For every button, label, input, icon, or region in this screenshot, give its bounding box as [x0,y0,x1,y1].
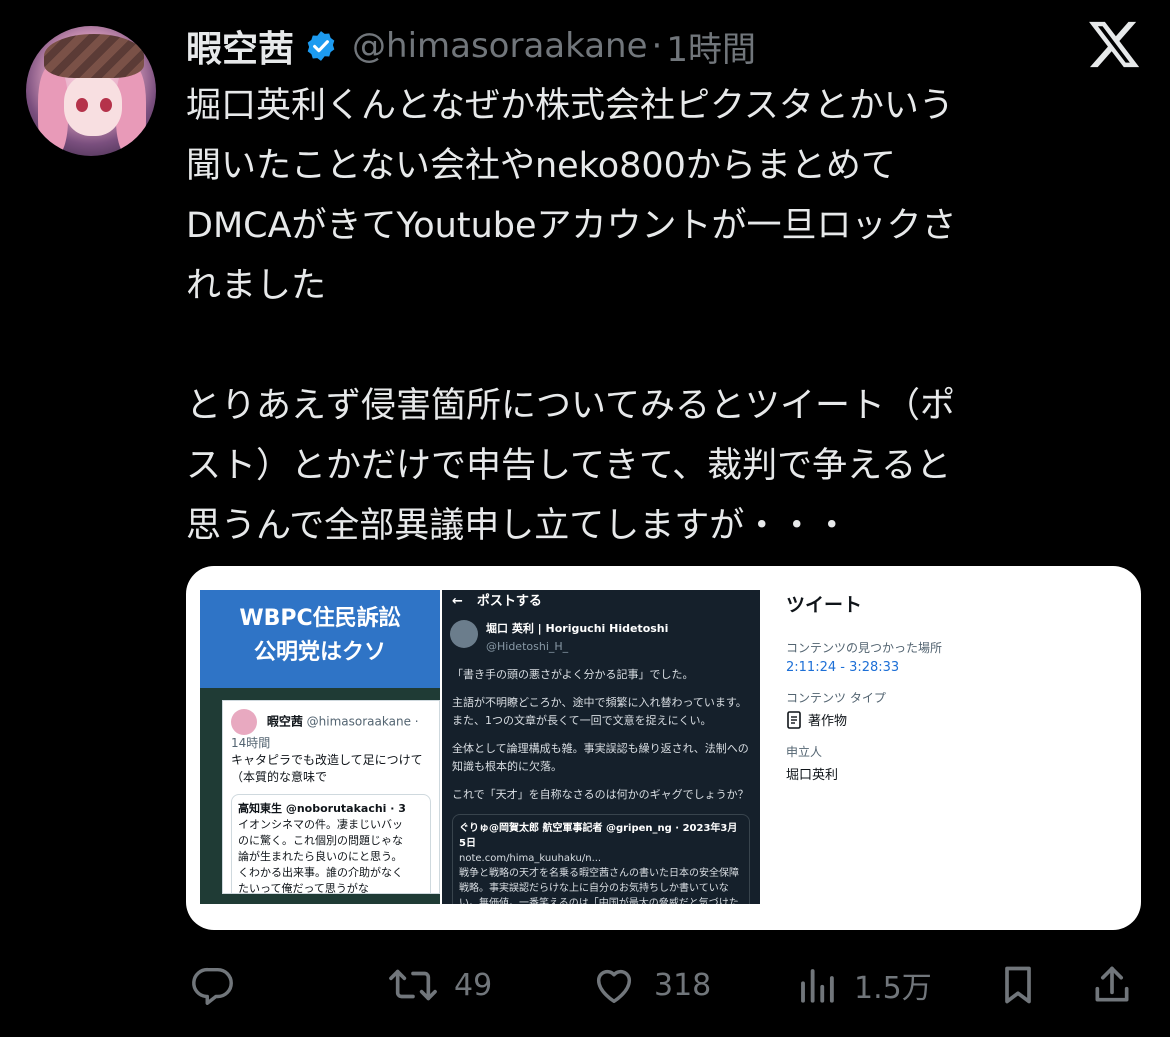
claimant-value: 堀口英利 [786,768,839,783]
screenshot-author-handle: @Hidetoshi_H_ [486,640,569,653]
share-icon [1095,966,1129,1002]
found-label: コンテンツの見つかった場所 [786,641,943,655]
type-value: 著作物 [808,714,848,729]
type-value-row: 著作物 [786,710,1126,729]
screenshot-author: 堀口 英利 | Horiguchi Hidetoshi @Hidetoshi_H… [442,614,760,656]
verified-badge-icon[interactable] [304,29,338,63]
claim-details: ツイート コンテンツの見つかった場所 2:11:24 - 3:28:33 コンテ… [786,590,1126,783]
embedded-tweet-header: 暇空茜 @himasoraakane · 14時間 [231,709,431,752]
post-text: 堀口英利くんとなぜか株式会社ピクスタとかいう 聞いたことない会社やneko800… [186,86,957,546]
avatar-hat [44,34,144,78]
embedded-tweet-name: 暇空茜 [266,714,303,729]
like-icon [596,969,632,1004]
back-arrow-icon: ← [452,594,463,609]
embedded-tweet: 暇空茜 @himasoraakane · 14時間 キャタピラでも改造して足につ… [222,700,440,894]
like-button[interactable]: 318 [590,955,711,1015]
reply-icon [192,967,233,1005]
screenshot-quote: ぐりゅ@岡賀太郎 航空軍事記者 @gripen_ng · 2023年3月5日 n… [452,814,750,904]
views-icon [801,969,834,1003]
screenshot-author-avatar [450,620,478,648]
timestamp[interactable]: 1時間 [666,22,756,71]
action-bar: 49 318 1.5万 [186,955,1141,1015]
screenshot-para-1: 「書き手の頭の悪さがよく分かる記事」でした。 [452,668,694,681]
screenshot-left: WBPC住民訴訟 公明党はクソ 暇空茜 @himasoraakane · 14時… [200,590,440,904]
reply-button[interactable] [190,955,252,1015]
avatar-eye-right [100,98,112,112]
embedded-tweet-handle: @himasoraakane · 14時間 [231,714,419,751]
screenshot-para-4: これで「天才」を自称なさるのは何かのギャグでしょうか？ [452,788,749,801]
avatar-eye-left [76,98,88,112]
document-icon [787,710,801,729]
claimant-label: 申立人 [786,745,823,759]
bookmark-icon [1005,966,1031,1004]
embedded-tweet-text: キャタピラでも改造して足につけて （本質的な意味で [231,753,423,784]
embedded-quote: 高知東生 @noborutakachi · 3 イオンシネマの件。凄まじいバッ … [231,794,431,894]
repost-count: 49 [454,967,493,1003]
repost-button[interactable]: 49 [388,955,492,1015]
type-label: コンテンツ タイプ [786,691,886,705]
attached-image[interactable]: WBPC住民訴訟 公明党はクソ 暇空茜 @himasoraakane · 14時… [186,566,1141,930]
separator-dot: · [651,26,663,66]
avatar[interactable] [26,26,156,156]
share-button[interactable] [1090,955,1134,1015]
handle[interactable]: @himasoraakane [352,26,648,66]
banner-text: WBPC住民訴訟 公明党はクソ [200,590,440,688]
screenshot-author-name: 堀口 英利 | Horiguchi Hidetoshi [486,622,669,635]
screenshot-right: ← ポストする 堀口 英利 | Horiguchi Hidetoshi @Hid… [442,590,760,904]
repost-icon [389,969,437,1001]
screenshot-para-2: 主語が不明瞭どころか、途中で頻繁に入れ替わっています。また、1つの文章が長くて一… [452,696,747,727]
screenshot-quote-link: note.com/hima_kuuhaku/n... [459,853,602,864]
avatar-face [64,74,122,136]
claim-title: ツイート [786,594,863,616]
post-header: 暇空茜 @himasoraakane · 1時間 [186,20,756,72]
x-logo-icon[interactable] [1086,16,1142,72]
like-count: 318 [654,967,712,1003]
screenshot-quote-text: 戦争と戦略の天才を名乗る暇空茜さんの書いた日本の安全保障戦略。事実誤認だらけな上… [459,868,739,904]
embedded-quote-text: イオンシネマの件。凄まじいバッ のに驚く。これ個別の問題じゃな 論が生まれたら良… [238,818,403,894]
found-value: 2:11:24 - 3:28:33 [786,660,900,675]
mini-avatar [231,709,257,735]
embedded-quote-author: 高知東生 @noborutakachi · 3 [238,802,406,815]
screenshot-quote-author: ぐりゅ@岡賀太郎 航空軍事記者 @gripen_ng · 2023年3月5日 [459,823,738,849]
screenshot-para-3: 全体として論理構成も雑。事実誤認も繰り返され、法制への知識も根本的に欠落。 [452,742,749,773]
views-count: 1.5万 [854,971,932,1006]
display-name[interactable]: 暇空茜 [186,20,294,72]
bookmark-button[interactable] [996,955,1040,1015]
screenshot-right-title: ポストする [476,594,542,609]
screenshot-right-header: ← ポストする [442,590,760,614]
views-button[interactable]: 1.5万 [796,955,932,1015]
